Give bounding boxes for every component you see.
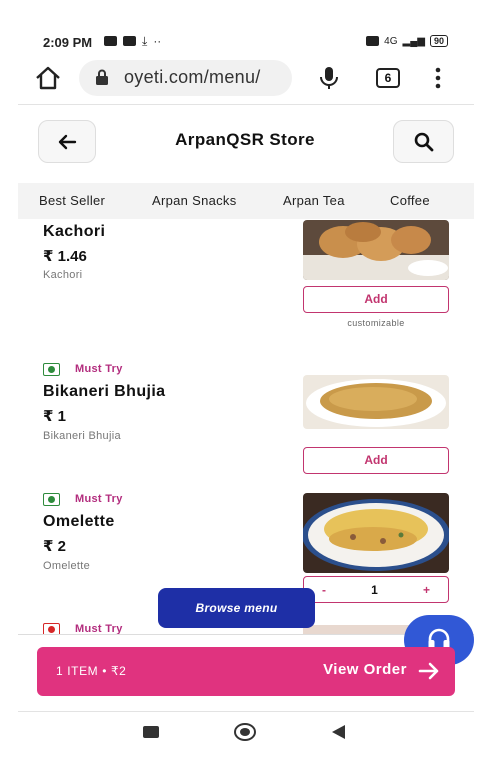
message-icon — [123, 36, 136, 46]
item-price: ₹ 1.46 — [43, 248, 87, 265]
item-name: Bikaneri Bhujia — [43, 383, 166, 400]
add-button[interactable]: Add — [303, 447, 449, 474]
network-label: 4G — [384, 35, 398, 47]
download-icon: ⤓ — [142, 34, 148, 48]
item-description: Omelette — [43, 560, 91, 572]
veg-icon — [43, 493, 60, 506]
search-button[interactable] — [393, 120, 454, 163]
more-vert-icon[interactable] — [431, 66, 445, 90]
bhujia-image[interactable] — [303, 375, 449, 429]
lock-icon — [95, 69, 109, 85]
page-title: ArpanQSR Store — [175, 130, 315, 149]
tab-best-seller[interactable]: Best Seller — [39, 193, 105, 208]
item-price: ₹ 1 — [43, 408, 66, 425]
back-button[interactable] — [38, 120, 96, 163]
increment-button[interactable]: + — [423, 583, 430, 597]
cart-summary: 1 ITEM • ₹2 — [56, 664, 127, 678]
view-order-bar[interactable]: 1 ITEM • ₹2 View Order — [37, 647, 455, 696]
item-price: ₹ 2 — [43, 538, 66, 555]
url-text[interactable]: oyeti.com/menu/ — [124, 67, 261, 88]
decrement-button[interactable]: - — [322, 583, 326, 597]
category-tabs: Best Seller Arpan Snacks Arpan Tea Coffe… — [18, 183, 474, 219]
customizable-note: customizable — [347, 318, 405, 328]
more-dots-icon: ·· — [153, 34, 162, 48]
veg-icon — [43, 363, 60, 376]
status-right: 4G ▂▄▆ 90 — [366, 35, 448, 47]
tab-arpan-tea[interactable]: Arpan Tea — [283, 193, 345, 208]
divider — [18, 711, 474, 712]
recents-icon[interactable] — [143, 726, 159, 738]
item-name: Kachori — [43, 223, 106, 240]
view-order-label: View Order — [323, 661, 407, 678]
item-description: Bikaneri Bhujia — [43, 430, 121, 442]
status-time: 2:09 PM — [43, 35, 93, 50]
signal-icon: ▂▄▆ — [402, 35, 425, 47]
tab-coffee[interactable]: Coffee — [390, 193, 430, 208]
add-button[interactable]: Add — [303, 286, 449, 313]
must-try-badge: Must Try — [75, 493, 123, 505]
data-saver-icon — [366, 36, 380, 46]
mic-icon[interactable] — [318, 66, 340, 90]
message-icon — [104, 36, 117, 46]
omelette-image[interactable] — [303, 493, 449, 573]
back-nav-icon[interactable] — [332, 725, 345, 739]
quantity-stepper: - 1 + — [303, 576, 449, 603]
item-name: Omelette — [43, 513, 115, 530]
home-icon[interactable] — [33, 64, 63, 92]
must-try-badge: Must Try — [75, 363, 123, 375]
browse-menu-button[interactable]: Browse menu — [158, 588, 315, 628]
notification-icons: ⤓ ·· — [104, 34, 162, 48]
home-nav-icon[interactable] — [234, 723, 256, 741]
tab-arpan-snacks[interactable]: Arpan Snacks — [152, 193, 237, 208]
quantity-value: 1 — [371, 582, 378, 597]
item-description: Kachori — [43, 269, 83, 281]
arrow-left-icon — [58, 134, 77, 149]
arrow-right-icon — [418, 662, 439, 680]
battery-icon: 90 — [429, 35, 448, 47]
search-icon — [414, 132, 433, 151]
kachori-image[interactable] — [303, 220, 449, 280]
divider — [18, 104, 474, 105]
menu-list: Kachori ₹ 1.46 Kachori Add customizable … — [0, 220, 486, 635]
tab-switcher-button[interactable]: 6 — [376, 68, 400, 88]
